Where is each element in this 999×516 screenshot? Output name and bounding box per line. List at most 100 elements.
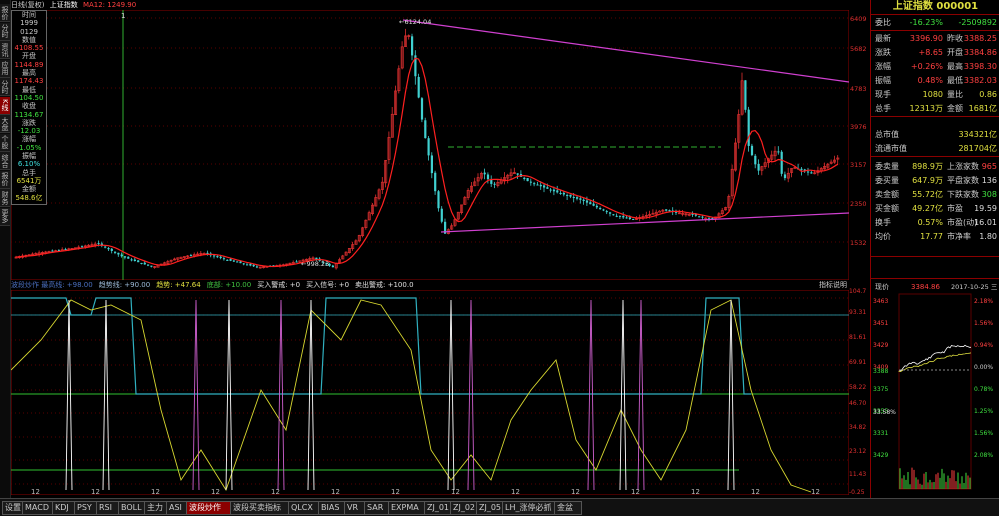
tab-17[interactable]: ZJ_05 xyxy=(476,501,504,515)
candle-body xyxy=(490,179,493,184)
mini-left-axis-label: 3331 xyxy=(873,430,888,437)
tab-7[interactable]: ASI xyxy=(166,501,188,515)
low-label: 最低 xyxy=(22,85,36,94)
tab-1[interactable]: MACD xyxy=(22,501,54,515)
tab-13[interactable]: SAR xyxy=(364,501,390,515)
candle-body xyxy=(628,217,631,219)
candle-body xyxy=(216,256,219,258)
quote-row-value: 1080 xyxy=(922,90,943,99)
tab-12[interactable]: VR xyxy=(344,501,366,515)
quote-row: 买金额 49.27亿 市盈 19.59 xyxy=(875,202,997,216)
indicator-value: 趋势线: +90.00 xyxy=(98,281,151,289)
sidebar-item[interactable]: K线图 xyxy=(0,96,10,115)
sidebar-item[interactable]: 资讯 xyxy=(0,41,10,59)
candle-body xyxy=(331,265,334,268)
indicator-axis-label: 46.70 xyxy=(849,400,866,407)
quote-row-value2: 0.86 xyxy=(979,90,997,99)
quote-row-label: 振幅 xyxy=(875,76,891,85)
candle-body xyxy=(107,247,110,250)
indicator-tabs: 设置 MACD KDJ PSY RSI BOLL 主力 ASI 波段炒作 波段买卖指标 QLCX BI… xyxy=(0,498,999,516)
candle-body xyxy=(130,259,133,261)
intraday-mini-chart[interactable]: 现价 3384.86 2017-10-25 三3463345134293409338… xyxy=(871,280,999,498)
quote-row-value: 49.27亿 xyxy=(912,204,943,213)
tab-16[interactable]: ZJ_02 xyxy=(450,501,478,515)
tab-2[interactable]: KDJ xyxy=(52,501,76,515)
quote-row-label: 最新 xyxy=(875,34,891,43)
indicator-help-button[interactable]: 指标说明 xyxy=(819,280,847,290)
tab-9[interactable]: 波段买卖指标 xyxy=(230,501,290,515)
candle-body xyxy=(64,248,67,250)
candle-body xyxy=(800,168,803,170)
candle-body xyxy=(744,80,747,110)
tab-19[interactable]: 金盆 xyxy=(554,501,582,515)
tab-6[interactable]: 主力 xyxy=(144,501,168,515)
panel-divider xyxy=(871,156,999,157)
open-label: 开盘 xyxy=(22,52,36,61)
tab-3[interactable]: PSY xyxy=(74,501,98,515)
sidebar-item[interactable]: 应用 xyxy=(0,59,10,78)
sidebar-item[interactable]: 报价 xyxy=(0,4,10,22)
sidebar-item[interactable]: 报价分析 xyxy=(0,170,10,189)
sidebar-item[interactable]: 财务 xyxy=(0,189,10,207)
candle-body xyxy=(255,266,259,268)
mini-right-axis-label: 1.56% xyxy=(974,320,993,327)
tab-14[interactable]: EXPMA xyxy=(388,501,426,515)
quote-row: 涨跌 +8.65 开盘 3384.86 xyxy=(875,46,997,60)
quote-row-value2: 1.80 xyxy=(979,232,997,241)
sidebar-item[interactable]: 个股资讯 xyxy=(0,133,10,152)
candle-body xyxy=(605,211,608,213)
sidebar-item[interactable]: 综合排名 xyxy=(0,152,10,170)
quote-row-label2: 最高 xyxy=(947,62,963,71)
price-axis-label: 3976 xyxy=(850,123,867,131)
sidebar-item[interactable]: 大盘资讯 xyxy=(0,115,10,133)
candle-body xyxy=(526,178,529,182)
indicator-axis-label: 93.31 xyxy=(849,309,866,316)
left-sidebar: 报价分时资讯应用分时图K线图大盘资讯个股资讯综合排名报价分析财务更多 xyxy=(0,0,11,515)
candle-body xyxy=(562,192,565,195)
quote-row-label: 均价 xyxy=(875,232,891,241)
candle-body xyxy=(625,217,628,219)
sidebar-item[interactable]: 分时图 xyxy=(0,78,10,96)
quote-row-value2: 334321亿 xyxy=(958,130,997,139)
quote-row: 现手 1080 量比 0.86 xyxy=(875,88,997,102)
tab-5[interactable]: BOLL xyxy=(118,501,146,515)
kline-chart[interactable]: 1 ←6124.04 ←998.23 12 12 12 12 12 12 12 12 12 12 12 12… xyxy=(11,10,849,495)
change-value: -12.03 xyxy=(17,127,41,136)
tab-10[interactable]: QLCX xyxy=(288,501,320,515)
candle-body xyxy=(417,76,420,98)
tab-0[interactable]: 设置 xyxy=(2,501,24,515)
quote-row: 涨幅 +0.26% 最高 3398.30 xyxy=(875,60,997,74)
value: 4108.55 xyxy=(14,44,44,53)
quote-row-label2: 昨收 xyxy=(947,34,963,43)
candle-body xyxy=(229,259,232,261)
candle-body xyxy=(249,263,252,266)
quote-row: 振幅 0.48% 最低 3382.03 xyxy=(875,74,997,88)
candle-body xyxy=(807,171,810,173)
mini-left-axis-label: 3429 xyxy=(873,452,888,459)
quote-row-value2: 965 xyxy=(981,162,997,171)
tab-18[interactable]: LH_涨停必抓 xyxy=(502,501,556,515)
open-value: 1144.89 xyxy=(14,60,44,69)
candle-body xyxy=(757,163,760,171)
low-price-label: ←998.23 xyxy=(301,260,329,268)
mini-avg-line xyxy=(898,352,972,373)
sidebar-item[interactable]: 更多 xyxy=(0,207,10,226)
candle-body xyxy=(566,194,569,196)
tab-4[interactable]: RSI xyxy=(96,501,120,515)
candle-body xyxy=(246,264,249,266)
tab-8[interactable]: 波段炒作 xyxy=(186,501,232,515)
quote-row-value2: 3388.25 xyxy=(963,34,997,43)
candle-body xyxy=(592,203,595,206)
indicator-value: 波段炒作 最高线: +98.00 xyxy=(11,281,93,289)
candle-body xyxy=(117,252,120,255)
mini-right-axis-label: 2.18% xyxy=(974,298,993,305)
time-axis-label: 12 xyxy=(91,488,100,495)
period-label[interactable]: 日线(复权) xyxy=(11,1,44,9)
candle-body xyxy=(140,262,143,264)
candle-body xyxy=(523,177,526,179)
time-axis-label: 12 xyxy=(811,488,820,495)
sidebar-item[interactable]: 分时 xyxy=(0,22,10,41)
tab-11[interactable]: BIAS xyxy=(318,501,346,515)
tab-15[interactable]: ZJ_01 xyxy=(424,501,452,515)
candle-body xyxy=(810,172,813,174)
